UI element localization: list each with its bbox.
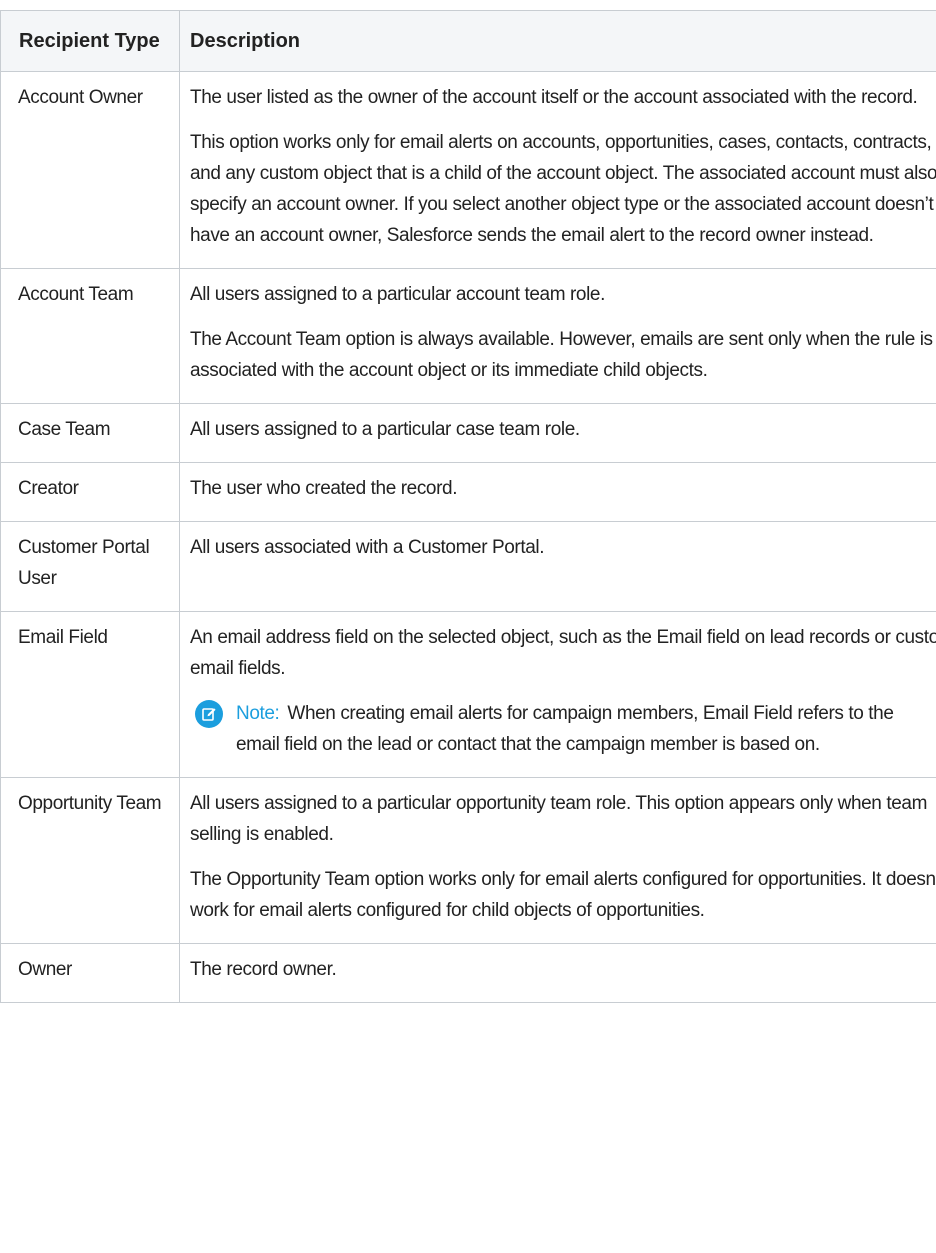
table-header-row: Recipient Type Description	[0, 10, 936, 72]
description-cell: All users assigned to a particular oppor…	[179, 777, 936, 944]
recipient-type-cell: Owner	[0, 943, 180, 1003]
note-body: Note: When creating email alerts for camp…	[236, 698, 936, 760]
description-cell: The user who created the record.	[179, 462, 936, 522]
description-paragraph: The Opportunity Team option works only f…	[190, 869, 936, 921]
recipient-type-cell: Creator	[0, 462, 180, 522]
table-row: Opportunity Team All users assigned to a…	[0, 777, 936, 944]
note-label: Note:	[236, 703, 280, 724]
table-row: Creator The user who created the record.	[0, 462, 936, 522]
description-paragraph: All users assigned to a particular oppor…	[190, 793, 927, 845]
description-cell: The user listed as the owner of the acco…	[179, 71, 936, 269]
note-callout: Note: When creating email alerts for camp…	[190, 698, 936, 760]
note-text: When creating email alerts for campaign …	[236, 703, 894, 755]
description-paragraph: All users assigned to a particular case …	[190, 419, 580, 440]
table-row: Account Team All users assigned to a par…	[0, 268, 936, 404]
description-paragraph: All users assigned to a particular accou…	[190, 284, 605, 305]
description-paragraph: The user who created the record.	[190, 478, 458, 499]
description-cell: All users assigned to a particular case …	[179, 403, 936, 463]
table-row: Account Owner The user listed as the own…	[0, 71, 936, 269]
description-cell: All users assigned to a particular accou…	[179, 268, 936, 404]
table-row: Case Team All users assigned to a partic…	[0, 403, 936, 463]
description-cell: An email address field on the selected o…	[179, 611, 936, 778]
description-paragraph: This option works only for email alerts …	[190, 132, 936, 246]
description-paragraph: The Account Team option is always availa…	[190, 329, 933, 381]
recipient-type-cell: Opportunity Team	[0, 777, 180, 944]
description-cell: All users associated with a Customer Por…	[179, 521, 936, 612]
column-header-recipient-type: Recipient Type	[0, 10, 180, 72]
recipient-type-cell: Case Team	[0, 403, 180, 463]
recipient-type-table: Recipient Type Description Account Owner…	[0, 10, 936, 1003]
description-cell: The record owner.	[179, 943, 936, 1003]
table-row: Email Field An email address field on th…	[0, 611, 936, 778]
table-row: Customer Portal User All users associate…	[0, 521, 936, 612]
recipient-type-cell: Customer Portal User	[0, 521, 180, 612]
table-row: Owner The record owner.	[0, 943, 936, 1003]
description-paragraph: The user listed as the owner of the acco…	[190, 87, 918, 108]
edit-note-icon	[195, 700, 223, 728]
description-paragraph: All users associated with a Customer Por…	[190, 537, 545, 558]
column-header-description: Description	[179, 10, 936, 72]
description-paragraph: An email address field on the selected o…	[190, 627, 936, 679]
description-paragraph: The record owner.	[190, 959, 337, 980]
recipient-type-cell: Account Owner	[0, 71, 180, 269]
recipient-type-cell: Email Field	[0, 611, 180, 778]
recipient-type-cell: Account Team	[0, 268, 180, 404]
